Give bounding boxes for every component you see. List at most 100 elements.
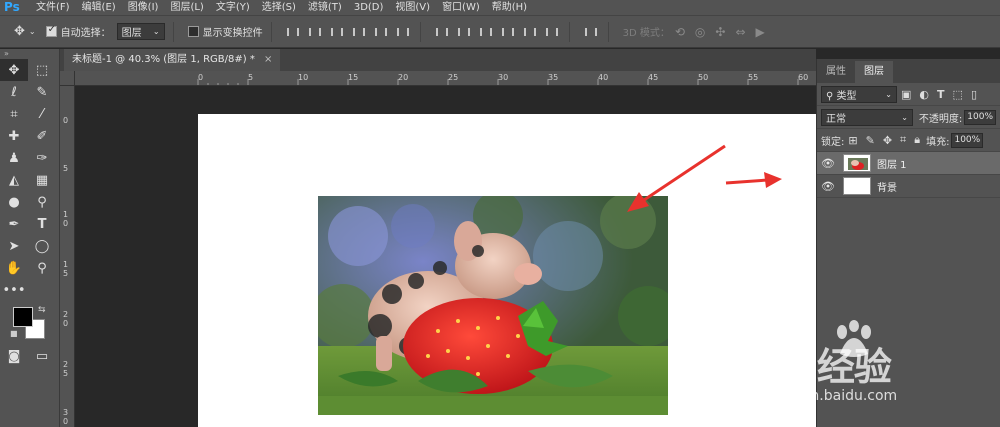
3d-slide-icon[interactable]: ⇔	[735, 25, 745, 39]
hand-tool-icon[interactable]: ✋	[0, 257, 28, 279]
filter-adjustment-icon[interactable]: ◐	[919, 88, 929, 101]
show-transform-checkbox[interactable]	[187, 26, 199, 37]
move-tool-icon[interactable]: ✥	[14, 24, 25, 39]
filter-pixel-icon[interactable]: ▣	[901, 88, 911, 101]
menu-edit[interactable]: 编辑(E)	[76, 0, 122, 15]
auto-align-icon[interactable]	[583, 26, 597, 38]
history-brush-icon[interactable]: ✑	[28, 147, 56, 169]
vertical-ruler[interactable]: 0 5 1 0 1 5 2 0 2 5 3 0	[60, 86, 75, 427]
filter-shape-icon[interactable]: ⬚	[953, 88, 963, 101]
lock-transparent-icon[interactable]: ⊞	[848, 134, 857, 147]
gradient-tool-icon[interactable]: ▦	[28, 169, 56, 191]
align-top-icon[interactable]	[285, 26, 299, 38]
ruler-tick: 5	[63, 164, 69, 173]
auto-select-dropdown[interactable]: 图层 ⌄	[116, 23, 165, 40]
eraser-tool-icon[interactable]: ◭	[0, 169, 28, 191]
lock-label: 锁定:	[821, 136, 845, 148]
crop-tool-icon[interactable]: ⌗	[0, 103, 28, 125]
fill-input[interactable]: 100%	[951, 132, 984, 148]
path-select-icon[interactable]: ➤	[0, 235, 28, 257]
fill-label: 填充:	[926, 136, 950, 148]
distribute-hcenter-icon[interactable]	[522, 26, 536, 38]
menu-3d[interactable]: 3D(D)	[348, 0, 390, 15]
3d-orbit-icon[interactable]: ⟲	[675, 25, 685, 39]
annotation-arrow	[725, 172, 782, 188]
quick-mask-icon[interactable]: ◙	[0, 345, 28, 367]
foreground-color-swatch[interactable]	[13, 307, 33, 327]
distribute-bottom-icon[interactable]	[478, 26, 492, 38]
menu-file[interactable]: 文件(F)	[30, 0, 76, 15]
align-bottom-icon[interactable]	[329, 26, 343, 38]
type-tool-icon[interactable]: T	[28, 213, 56, 235]
menu-filter[interactable]: 滤镜(T)	[302, 0, 348, 15]
lasso-tool-icon[interactable]: ℓ	[0, 81, 28, 103]
filter-smart-object-icon[interactable]: ▯	[971, 88, 977, 101]
shape-tool-icon[interactable]: ◯	[28, 235, 56, 257]
3d-pan-icon[interactable]: ✣	[715, 25, 725, 39]
menu-window[interactable]: 窗口(W)	[436, 0, 486, 15]
layer-row[interactable]: 👁︎ 背景	[817, 175, 1000, 198]
panel-tabs: 属性 图层	[817, 59, 1000, 83]
pig-strawberry-photo[interactable]	[318, 196, 668, 415]
lock-position-icon[interactable]: ✥	[883, 134, 892, 147]
divider	[172, 21, 174, 42]
menu-view[interactable]: 视图(V)	[389, 0, 436, 15]
filter-type-icon[interactable]: T	[937, 88, 945, 101]
canvas-area[interactable]	[75, 86, 816, 427]
document-tab[interactable]: 未标题-1 @ 40.3% (图层 1, RGB/8#) * ×	[64, 49, 281, 71]
eye-icon[interactable]: 👁︎	[817, 157, 839, 170]
3d-roll-icon[interactable]: ◎	[695, 25, 705, 39]
ruler-origin[interactable]	[60, 71, 75, 86]
marquee-tool-icon[interactable]: ⬚	[28, 59, 56, 81]
more-tools-icon[interactable]: •••	[0, 279, 28, 301]
lock-artboard-icon[interactable]: ⌗	[900, 133, 906, 147]
lock-all-icon[interactable]: 🔒︎	[914, 133, 920, 147]
distribute-vcenter-icon[interactable]	[456, 26, 470, 38]
chevron-down-icon[interactable]: ⌄	[29, 27, 36, 36]
menu-layer[interactable]: 图层(L)	[164, 0, 209, 15]
swap-colors-icon[interactable]: ⇆	[38, 305, 46, 315]
quick-select-tool-icon[interactable]: ✎	[28, 81, 56, 103]
brush-tool-icon[interactable]: ✐	[28, 125, 56, 147]
search-icon: ⚲	[826, 90, 834, 102]
layer-row[interactable]: 👁︎ 图层 1	[817, 152, 1000, 175]
align-right-icon[interactable]	[395, 26, 409, 38]
blend-mode-select[interactable]: 正常 ⌄	[821, 108, 913, 126]
annotation-arrow	[627, 144, 726, 212]
distribute-right-icon[interactable]	[544, 26, 558, 38]
healing-brush-icon[interactable]: ✚	[0, 125, 28, 147]
distribute-left-icon[interactable]	[500, 26, 514, 38]
align-hcenter-icon[interactable]	[373, 26, 387, 38]
menu-type[interactable]: 文字(Y)	[210, 0, 256, 15]
clone-stamp-icon[interactable]: ♟	[0, 147, 28, 169]
zoom-tool-icon[interactable]: ⚲	[28, 257, 56, 279]
horizontal-ruler[interactable]: 0 5 10 15 20 25 30 35 40 45 50 55 60	[75, 71, 816, 86]
dodge-tool-icon[interactable]: ⚲	[28, 191, 56, 213]
menu-image[interactable]: 图像(I)	[122, 0, 165, 15]
tab-layers[interactable]: 图层	[855, 61, 893, 83]
distribute-top-icon[interactable]	[434, 26, 448, 38]
opacity-input[interactable]: 100%	[964, 109, 996, 125]
eye-icon[interactable]: 👁︎	[817, 180, 839, 193]
layer-filter-select[interactable]: ⚲ 类型 ⌄	[821, 85, 897, 103]
ruler-tick: 2 0	[63, 310, 69, 328]
color-swatches: ⇆ ■	[0, 305, 59, 345]
auto-select-checkbox[interactable]	[45, 24, 57, 37]
menu-select[interactable]: 选择(S)	[256, 0, 302, 15]
collapse-icon[interactable]: »	[0, 49, 59, 59]
pen-tool-icon[interactable]: ✒	[0, 213, 28, 235]
show-transform-label: 显示变换控件	[202, 28, 263, 39]
eyedropper-tool-icon[interactable]: ⁄	[28, 103, 56, 125]
default-colors-icon[interactable]: ■	[10, 329, 18, 338]
menu-help[interactable]: 帮助(H)	[486, 0, 533, 15]
tab-properties[interactable]: 属性	[817, 61, 855, 83]
move-tool-icon[interactable]: ✥	[0, 59, 28, 81]
3d-scale-icon[interactable]: ▶	[756, 25, 765, 39]
screen-mode-icon[interactable]: ▭	[28, 345, 56, 367]
align-left-icon[interactable]	[351, 26, 365, 38]
layer-name: 图层 1	[877, 159, 907, 171]
blur-tool-icon[interactable]: ●	[0, 191, 28, 213]
lock-pixels-icon[interactable]: ✎	[866, 134, 875, 147]
align-vcenter-icon[interactable]	[307, 26, 321, 38]
close-icon[interactable]: ×	[264, 54, 272, 65]
